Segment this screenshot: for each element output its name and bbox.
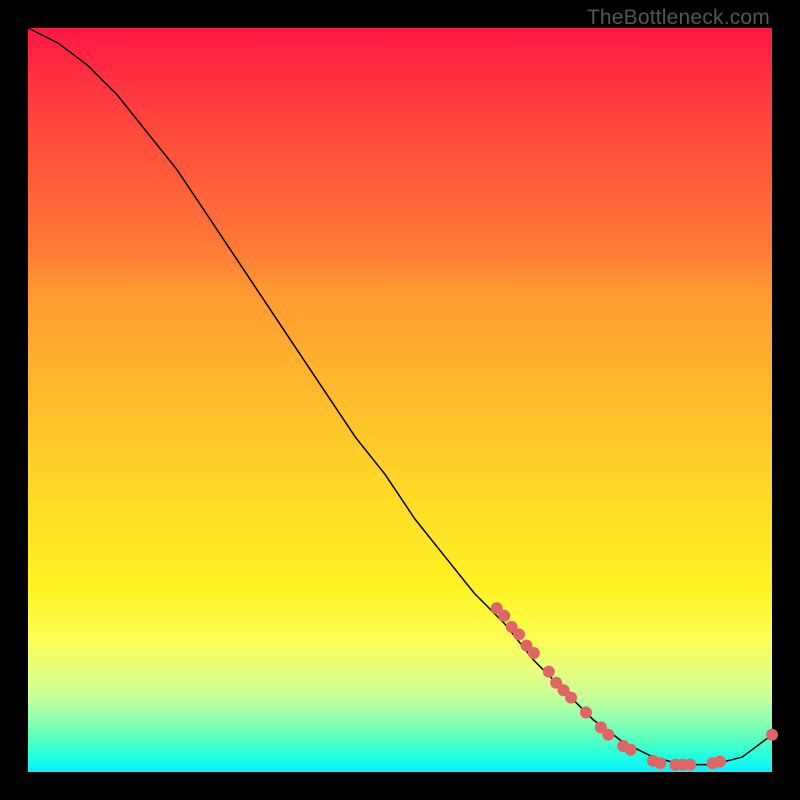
scatter-point	[543, 666, 555, 678]
scatter-point	[513, 628, 525, 640]
scatter-point	[580, 707, 592, 719]
scatter-point	[625, 744, 637, 756]
scatter-point	[766, 729, 778, 741]
scatter-point	[714, 756, 726, 768]
scatter-point	[602, 729, 614, 741]
scatter-markers	[491, 602, 778, 770]
watermark-text: TheBottleneck.com	[587, 6, 770, 30]
scatter-point	[684, 759, 696, 771]
chart-svg	[28, 28, 772, 772]
scatter-point	[498, 610, 510, 622]
scatter-point	[565, 692, 577, 704]
scatter-point	[528, 647, 540, 659]
chart-plot-area	[28, 28, 772, 772]
bottleneck-curve	[28, 28, 772, 765]
scatter-point	[654, 757, 666, 769]
